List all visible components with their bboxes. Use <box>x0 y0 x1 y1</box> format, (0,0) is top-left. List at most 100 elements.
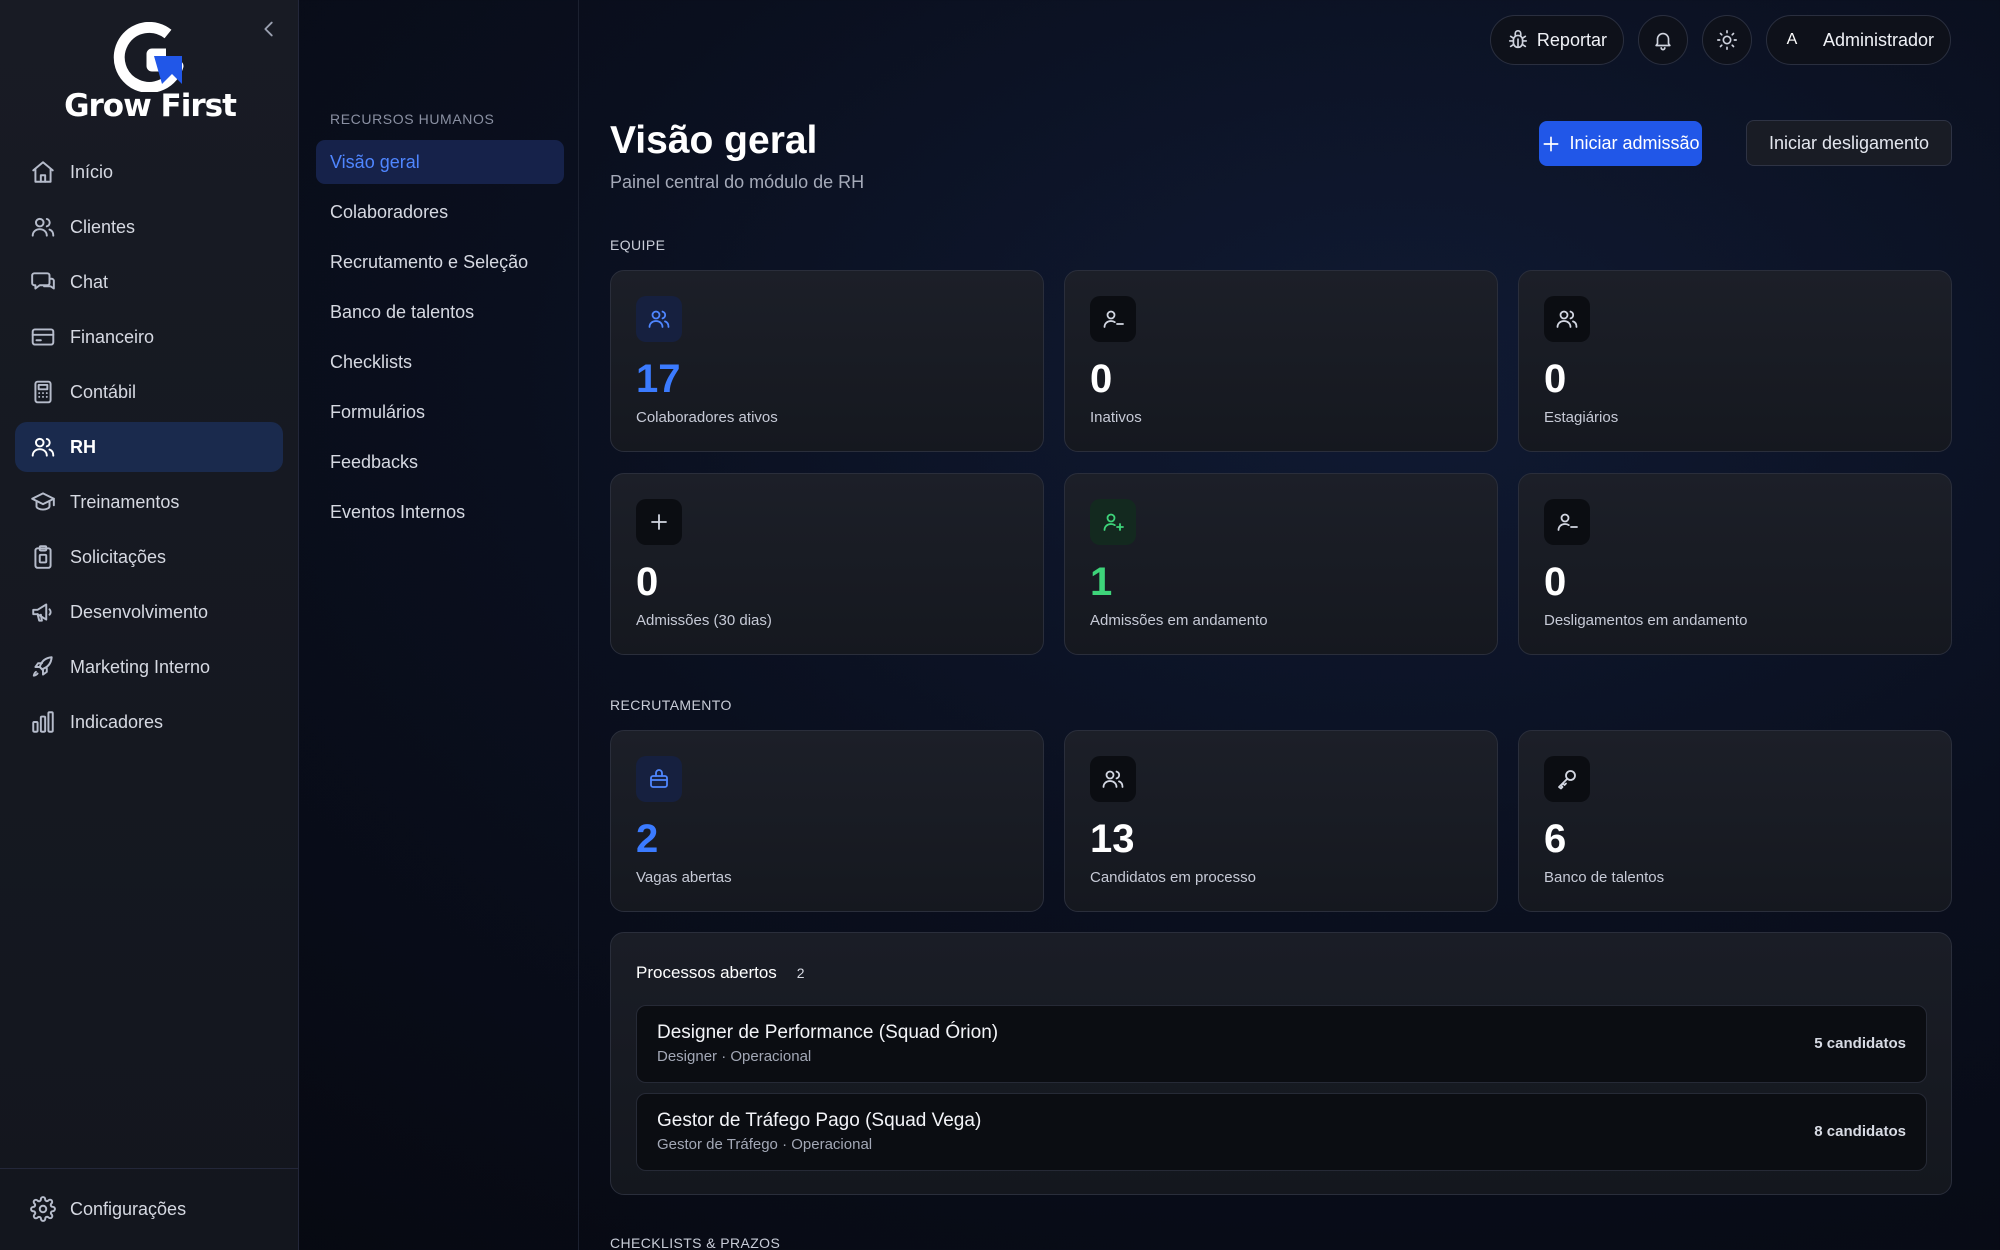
stat-value: 6 <box>1544 817 1567 861</box>
process-row[interactable]: Designer de Performance (Squad Órion) De… <box>636 1005 1927 1083</box>
stat-card-colaboradores-ativos[interactable]: 17 Colaboradores ativos <box>610 270 1044 452</box>
sidebar-item-desenvolvimento[interactable]: Desenvolvimento <box>15 587 283 637</box>
sidebar-item-indicadores[interactable]: Indicadores <box>15 697 283 747</box>
sidebar-nav: Início Clientes Chat Financeiro Contábil… <box>15 147 283 752</box>
submenu-item-recrutamento[interactable]: Recrutamento e Seleção <box>316 240 564 284</box>
stat-card-banco-talentos[interactable]: 6 Banco de talentos <box>1518 730 1952 912</box>
stat-label: Inativos <box>1090 409 1142 426</box>
sidebar-item-label: Financeiro <box>70 326 155 347</box>
submenu-item-visao-geral[interactable]: Visão geral <box>316 140 564 184</box>
stat-card-admissoes-30-dias[interactable]: 0 Admissões (30 dias) <box>610 473 1044 655</box>
submenu-title: RECURSOS HUMANOS <box>330 111 495 127</box>
process-name: Gestor de Tráfego Pago (Squad Vega) <box>657 1110 982 1131</box>
open-processes-count: 2 <box>796 965 805 981</box>
sidebar-item-label: Chat <box>70 271 109 292</box>
bar-chart-icon <box>32 711 54 733</box>
stat-value: 0 <box>636 560 659 604</box>
page-subtitle: Painel central do módulo de RH <box>610 172 865 192</box>
rh-submenu: RECURSOS HUMANOS Visão geral Colaborador… <box>300 0 579 1250</box>
bell-icon <box>1655 32 1671 51</box>
sidebar-item-label: RH <box>70 436 96 457</box>
stat-card-inativos[interactable]: 0 Inativos <box>1064 270 1498 452</box>
process-meta: Designer · Operacional <box>657 1048 812 1065</box>
credit-card-icon <box>31 328 55 346</box>
main-sidebar: Grow First Início Clientes Chat Financei… <box>0 0 299 1250</box>
stat-label: Banco de talentos <box>1544 869 1665 886</box>
users-icon <box>1102 770 1124 788</box>
stat-card-desligamentos-andamento[interactable]: 0 Desligamentos em andamento <box>1518 473 1952 655</box>
sidebar-item-chat[interactable]: Chat <box>15 257 283 307</box>
stat-card-vagas-abertas[interactable]: 2 Vagas abertas <box>610 730 1044 912</box>
stat-label: Vagas abertas <box>636 869 732 886</box>
sidebar-item-label: Indicadores <box>70 711 164 732</box>
plus-icon <box>1543 136 1559 151</box>
user-minus-icon <box>1103 310 1124 328</box>
brand-logo[interactable]: Grow First <box>60 22 240 132</box>
submenu-item-colaboradores[interactable]: Colaboradores <box>316 190 564 234</box>
sun-icon <box>1716 30 1737 50</box>
sidebar-item-configuracoes[interactable]: Configurações <box>15 1184 283 1234</box>
process-name: Designer de Performance (Squad Órion) <box>657 1022 999 1043</box>
submenu-item-checklists[interactable]: Checklists <box>316 340 564 384</box>
sidebar-item-solicitacoes[interactable]: Solicitações <box>15 532 283 582</box>
sidebar-item-financeiro[interactable]: Financeiro <box>15 312 283 362</box>
submenu-item-eventos-internos[interactable]: Eventos Internos <box>316 490 564 534</box>
briefcase-icon <box>650 769 668 788</box>
chat-icon <box>31 272 55 290</box>
notifications-button[interactable] <box>1637 15 1688 65</box>
bug-icon <box>1508 30 1527 49</box>
gear-icon <box>30 1196 56 1222</box>
sidebar-item-label: Contábil <box>70 381 137 402</box>
submenu-item-feedbacks[interactable]: Feedbacks <box>316 440 564 484</box>
users-icon <box>648 310 670 328</box>
megaphone-icon <box>32 603 52 622</box>
sidebar-item-label: Desenvolvimento <box>70 601 209 622</box>
stat-label: Estagiários <box>1544 409 1619 426</box>
user-menu-button[interactable]: A Administrador <box>1765 15 1951 65</box>
calculator-icon <box>34 380 52 404</box>
stat-card-admissoes-andamento[interactable]: 1 Admissões em andamento <box>1064 473 1498 655</box>
users-icon <box>31 217 55 237</box>
key-icon <box>1558 770 1576 790</box>
report-button[interactable]: Reportar <box>1489 15 1624 65</box>
sidebar-item-clientes[interactable]: Clientes <box>15 202 283 252</box>
stat-value: 1 <box>1090 560 1113 604</box>
stat-value: 2 <box>636 817 659 861</box>
stat-card-candidatos-processo[interactable]: 13 Candidatos em processo <box>1064 730 1498 912</box>
sidebar-item-contabil[interactable]: Contábil <box>15 367 283 417</box>
report-label: Reportar <box>1536 29 1607 50</box>
page-title: Visão geral <box>610 119 818 162</box>
plus-icon <box>651 514 667 530</box>
start-admission-button[interactable]: Iniciar admissão <box>1539 121 1702 166</box>
brand-logo-icon <box>113 22 184 92</box>
process-candidates: 5 candidatos <box>1814 1035 1906 1052</box>
brand-name: Grow First <box>64 88 237 124</box>
submenu-item-banco-talentos[interactable]: Banco de talentos <box>316 290 564 334</box>
sidebar-item-marketing-interno[interactable]: Marketing Interno <box>15 642 283 692</box>
clipboard-icon <box>34 545 52 569</box>
theme-toggle-button[interactable] <box>1701 15 1752 65</box>
sidebar-item-label: Configurações <box>70 1198 187 1219</box>
avatar: A <box>1786 31 1798 48</box>
process-row[interactable]: Gestor de Tráfego Pago (Squad Vega) Gest… <box>636 1093 1927 1171</box>
section-label-checklists: CHECKLISTS & PRAZOS <box>610 1235 781 1250</box>
stat-value: 17 <box>636 357 681 401</box>
sidebar-item-label: Marketing Interno <box>70 656 211 677</box>
home-icon <box>32 161 54 183</box>
sidebar-item-treinamentos[interactable]: Treinamentos <box>15 477 283 527</box>
process-meta: Gestor de Tráfego · Operacional <box>657 1136 873 1153</box>
collapse-sidebar-icon[interactable] <box>258 18 280 40</box>
stat-value: 0 <box>1544 560 1567 604</box>
graduation-cap-icon <box>31 492 55 511</box>
open-processes-panel: Processos abertos 2 Designer de Performa… <box>610 932 1952 1195</box>
section-label-equipe: EQUIPE <box>610 237 666 253</box>
stat-label: Colaboradores ativos <box>636 409 778 426</box>
section-label-recrutamento: RECRUTAMENTO <box>610 697 732 713</box>
stat-card-estagiarios[interactable]: 0 Estagiários <box>1518 270 1952 452</box>
sidebar-item-label: Treinamentos <box>70 491 180 512</box>
submenu-item-formularios[interactable]: Formulários <box>316 390 564 434</box>
user-name: Administrador <box>1822 29 1934 50</box>
sidebar-item-inicio[interactable]: Início <box>15 147 283 197</box>
sidebar-item-rh[interactable]: RH <box>15 422 283 472</box>
start-termination-button[interactable]: Iniciar desligamento <box>1746 120 1952 166</box>
